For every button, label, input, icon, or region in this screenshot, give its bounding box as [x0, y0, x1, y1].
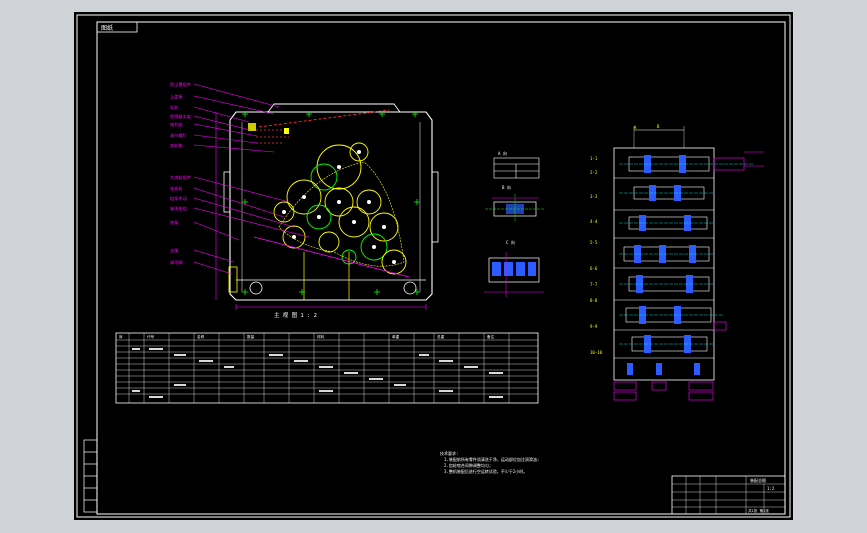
callout-6: 齿轮箱 [170, 142, 183, 149]
callout-3: 传感器支架 [170, 113, 191, 120]
drawing-frame [76, 14, 791, 518]
row-label-2: 3-3 [590, 194, 598, 199]
callout-group: 防尘罩组件 上盖板 导轨 传感器支架 电机座 调节螺钉 齿轮箱 大齿轮组件 张紧… [170, 81, 310, 275]
bom-table: 序 代号 名称 数量 材料 单重 总重 备注 [115, 332, 539, 404]
callout-1: 上盖板 [170, 93, 183, 100]
main-view-caption: 主 视 图 1 : 2 [274, 311, 317, 319]
drawing-scale: 1:2 [767, 486, 775, 491]
section-view: A B 1-1 2-2 3-3 4-4 5-5 6-6 7-7 8-8 9-9 … [590, 124, 764, 401]
bom-header-5: 单重 [392, 334, 400, 339]
tech-note-1: 1.装配前所有零件须清洗干净，运动部位加注润滑油; [444, 456, 539, 462]
callout-9: 链条传动 [170, 195, 187, 202]
left-strip [83, 439, 98, 513]
drawing-title: 装配总图 [750, 477, 766, 483]
callout-11: 底板 [170, 219, 179, 226]
title-block: 装配总图 1:2 共1张 第1张 [671, 475, 786, 515]
row-label-6: 7-7 [590, 282, 598, 287]
callout-13: 调平脚 [170, 259, 183, 266]
callout-4: 电机座 [170, 121, 183, 128]
callout-12: 支腿 [170, 247, 179, 254]
row-label-0: 1-1 [590, 156, 598, 161]
svg-text:A: A [634, 125, 637, 130]
row-label-8: 9-9 [590, 324, 598, 329]
detail-c-caption: C 向 [506, 239, 515, 245]
detail-b-caption: B 向 [502, 184, 511, 190]
tech-note-3: 3.整机装配后进行空运转试验，不少于2小时。 [444, 468, 527, 474]
bom-header-7: 备注 [487, 334, 495, 339]
callout-7: 大齿轮组件 [170, 174, 191, 181]
drawing-sheet: 图纸 主 视 图 1: 2 防尘罩组件 上盖板 导轨 传感器支架 电机座 调节… [74, 12, 793, 520]
callout-5: 调节螺钉 [170, 132, 188, 139]
tech-note-0: 技术要求: [440, 450, 458, 456]
row-label-3: 4-4 [590, 219, 598, 224]
callout-8: 张紧轮 [170, 185, 183, 192]
detail-a-caption: A 向 [498, 150, 507, 156]
callout-10: 轴承座组 [170, 205, 187, 212]
callout-0: 防尘罩组件 [170, 81, 191, 88]
bom-header-6: 总重 [437, 334, 445, 339]
row-label-1: 2-2 [590, 170, 598, 175]
row-label-7: 8-8 [590, 298, 598, 303]
detail-views: A 向 B 向 C 向 [484, 150, 544, 297]
svg-text:B: B [657, 124, 660, 129]
cad-drawing: 图纸 主 视 图 1: 2 防尘罩组件 上盖板 导轨 传感器支架 电机座 调节… [76, 14, 791, 518]
main-view [215, 103, 439, 310]
bom-header-1: 代号 [147, 334, 155, 339]
tech-notes: 技术要求: 1.装配前所有零件须清洗干净，运动部位加注润滑油; 2.齿轮啮合间隙… [440, 450, 539, 474]
row-label-9: 10-10 [590, 350, 603, 355]
bom-header-4: 材料 [317, 334, 325, 339]
row-label-4: 5-5 [590, 240, 598, 245]
corner-tag: 图纸 [101, 24, 113, 32]
bom-header-3: 数量 [247, 334, 255, 339]
bom-header-2: 名称 [197, 334, 205, 339]
sheet-number: 共1张 第1张 [748, 508, 769, 513]
bom-header-0: 序 [119, 334, 123, 339]
callout-2: 导轨 [170, 104, 179, 111]
row-label-5: 6-6 [590, 266, 598, 271]
tech-note-2: 2.齿轮啮合间隙调整均匀; [444, 462, 491, 468]
